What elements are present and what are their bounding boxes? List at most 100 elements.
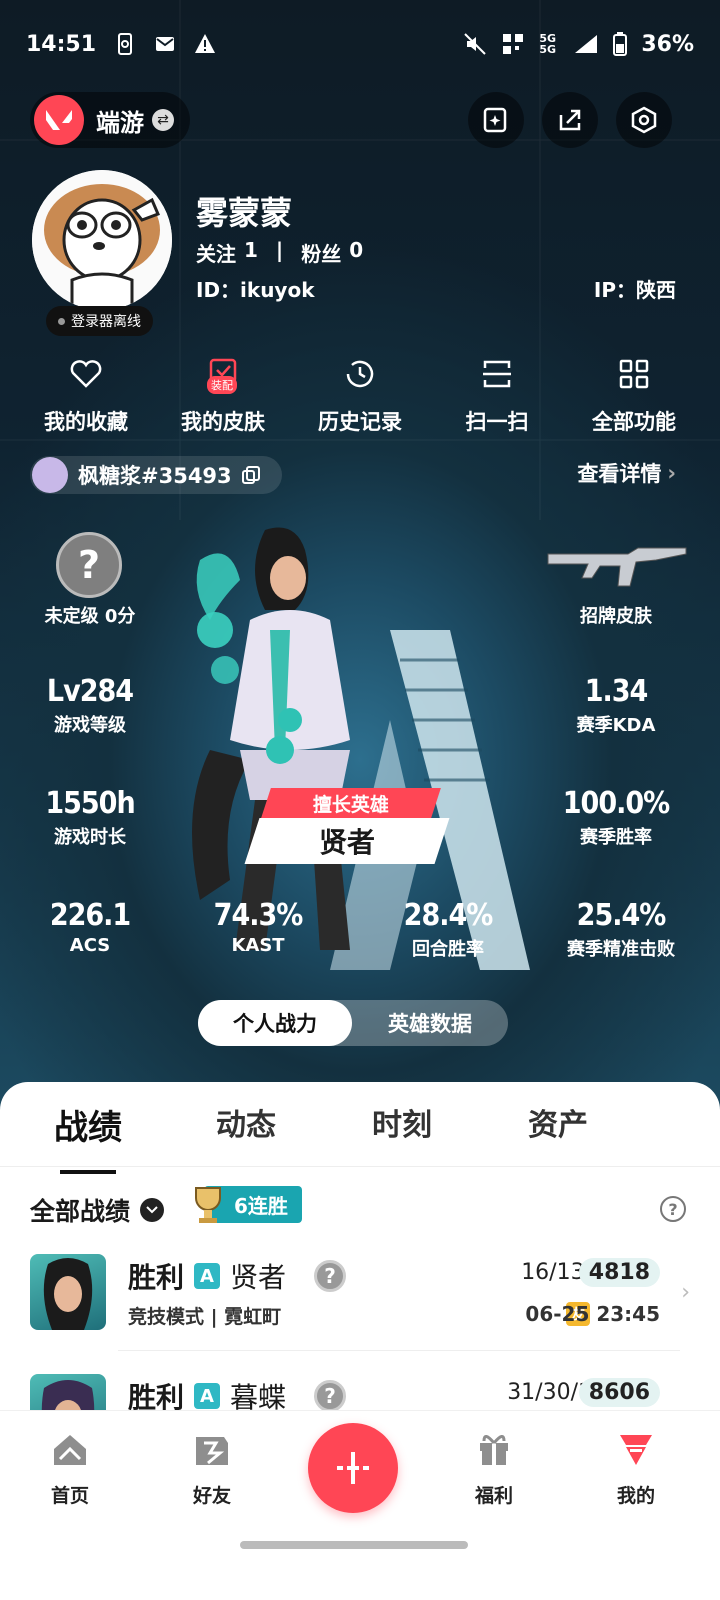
stat-label: 赛季胜率 — [580, 827, 652, 848]
fans-label[interactable]: 粉丝 — [301, 238, 341, 267]
active-tab-indicator — [60, 1170, 116, 1174]
quick-menu-all-features[interactable]: 全部功能 — [568, 356, 700, 436]
user-nickname: 雾蒙蒙 — [196, 194, 293, 232]
stat-level: Lv284 游戏等级 — [30, 674, 150, 737]
mute-icon — [464, 33, 487, 55]
warning-icon — [195, 34, 216, 53]
friends-icon — [196, 1437, 228, 1465]
chevron-right-icon: › — [681, 1280, 690, 1305]
follow-label[interactable]: 关注 — [196, 238, 236, 267]
signal-icon — [575, 35, 598, 53]
history-icon — [346, 360, 374, 388]
game-account-chip[interactable]: 枫糖浆#35493 — [30, 456, 282, 494]
tab-records[interactable]: 战绩 — [54, 1100, 122, 1149]
stat-round-winrate: 28.4% 回合胜率 — [388, 898, 508, 961]
edit-card-button[interactable] — [468, 92, 524, 148]
best-agent-banner: 擅长英雄 贤者 — [244, 788, 450, 864]
tab-bar: 战绩 动态 时刻 资产 — [0, 1100, 720, 1174]
nfc-icon — [503, 34, 524, 54]
stat-value: 226.1 — [49, 898, 131, 933]
copy-icon[interactable] — [241, 466, 260, 484]
nav-friends[interactable]: 好友 — [162, 1429, 262, 1508]
stat-label: 回合胜率 — [412, 939, 484, 960]
offline-label: 登录器离线 — [71, 314, 141, 330]
tab-feed[interactable]: 动态 — [216, 1100, 276, 1144]
dog-avatar-icon — [32, 170, 172, 310]
nav-label: 福利 — [474, 1485, 513, 1507]
stat-precision-kills: 25.4% 赛季精准击败 — [546, 898, 696, 961]
tab-divider — [0, 1166, 720, 1167]
quick-menu-history[interactable]: 历史记录 — [294, 356, 426, 436]
unknown-rank-icon: ? — [314, 1260, 347, 1292]
quick-menu-favorites[interactable]: 我的收藏 — [20, 356, 152, 436]
quick-menu-label: 我的收藏 — [44, 410, 128, 434]
best-agent-tag: 擅长英雄 — [261, 788, 441, 818]
view-details-link[interactable]: 查看详情 › — [577, 458, 676, 488]
stat-value: Lv284 — [46, 674, 134, 709]
settings-button[interactable] — [616, 92, 672, 148]
nav-rewards[interactable]: 福利 — [444, 1429, 544, 1508]
plus-icon — [337, 1452, 369, 1484]
signature-skin-label: 招牌皮肤 — [580, 606, 652, 627]
toggle-personal-power[interactable]: 个人战力 — [198, 1000, 352, 1046]
battery-icon — [613, 32, 628, 56]
toggle-agent-data[interactable]: 英雄数据 — [352, 1000, 508, 1046]
rank-icon: ? — [56, 532, 122, 598]
match-agent-name: 贤者 — [230, 1261, 287, 1294]
profile-icon — [620, 1435, 652, 1465]
quick-menu-label: 全部功能 — [592, 410, 676, 434]
follow-separator: | — [275, 238, 284, 262]
stat-label: 游戏等级 — [54, 715, 126, 736]
stat-label: ACS — [69, 935, 111, 956]
unknown-rank-icon: ? — [314, 1380, 347, 1412]
stat-label: KAST — [231, 935, 285, 956]
best-agent-name: 贤者 — [318, 826, 375, 859]
quick-menu-label: 我的皮肤 — [181, 410, 265, 434]
tab-moments[interactable]: 时刻 — [372, 1100, 432, 1144]
nav-me[interactable]: 我的 — [586, 1429, 686, 1508]
stat-value: 25.4% — [576, 898, 667, 933]
game-switcher[interactable]: 端游 ⇄ — [30, 92, 190, 148]
create-post-button[interactable] — [308, 1423, 398, 1513]
bottom-navigation: 首页 好友 福利 我的 — [0, 1410, 720, 1600]
heart-icon — [70, 360, 102, 388]
quick-menu-scan[interactable]: 扫一扫 — [431, 356, 563, 436]
match-result: 胜利 A 贤者 ? — [128, 1256, 347, 1296]
game-switcher-label: 端游 — [96, 108, 144, 137]
share-button[interactable] — [542, 92, 598, 148]
match-grade-badge: A — [194, 1383, 221, 1409]
quick-menu-skins[interactable]: 装配 我的皮肤 — [157, 356, 289, 436]
valorant-logo-icon — [34, 95, 84, 145]
phone-sync-icon — [118, 33, 133, 55]
trophy-icon — [195, 1187, 221, 1223]
grid-icon — [619, 359, 649, 389]
stat-label: 赛季精准击败 — [567, 939, 675, 960]
fans-count[interactable]: 0 — [349, 238, 363, 267]
user-id: ID：ikuyok — [196, 278, 315, 302]
game-account-name: 枫糖浆#35493 — [78, 464, 232, 488]
stat-value: 1550h — [45, 786, 135, 821]
follow-count[interactable]: 1 — [244, 238, 258, 267]
gift-icon — [480, 1435, 508, 1465]
nav-home[interactable]: 首页 — [20, 1429, 120, 1508]
stat-winrate: 100.0% 赛季胜率 — [546, 786, 686, 849]
help-icon[interactable]: ? — [660, 1196, 686, 1222]
stat-value: 74.3% — [213, 898, 304, 933]
tab-assets[interactable]: 资产 — [528, 1100, 588, 1144]
match-row[interactable]: 胜利 A 贤者 ? 竞技模式 | 霓虹町 16/13/4 4818 友 06-2… — [30, 1254, 690, 1334]
ip-location: IP：陕西 — [593, 278, 676, 302]
status-bar: 14:51 5G 5G 36% — [26, 28, 694, 60]
avatar[interactable] — [32, 170, 172, 310]
home-indicator[interactable] — [240, 1541, 468, 1549]
stat-kast: 74.3% KAST — [198, 898, 318, 956]
record-filter-dropdown[interactable]: 全部战绩 — [30, 1192, 165, 1228]
stat-playtime: 1550h 游戏时长 — [30, 786, 150, 849]
share-icon — [559, 109, 581, 131]
battery-percent: 36% — [641, 31, 694, 57]
best-agent-tag-label: 擅长英雄 — [312, 793, 389, 816]
view-details-label: 查看详情 — [577, 462, 662, 486]
game-account-avatar — [32, 457, 68, 493]
stats-view-toggle: 个人战力 英雄数据 — [198, 1000, 508, 1046]
rank-label: 未定级 0分 — [44, 606, 136, 627]
skin-badge: 装配 — [207, 376, 237, 394]
